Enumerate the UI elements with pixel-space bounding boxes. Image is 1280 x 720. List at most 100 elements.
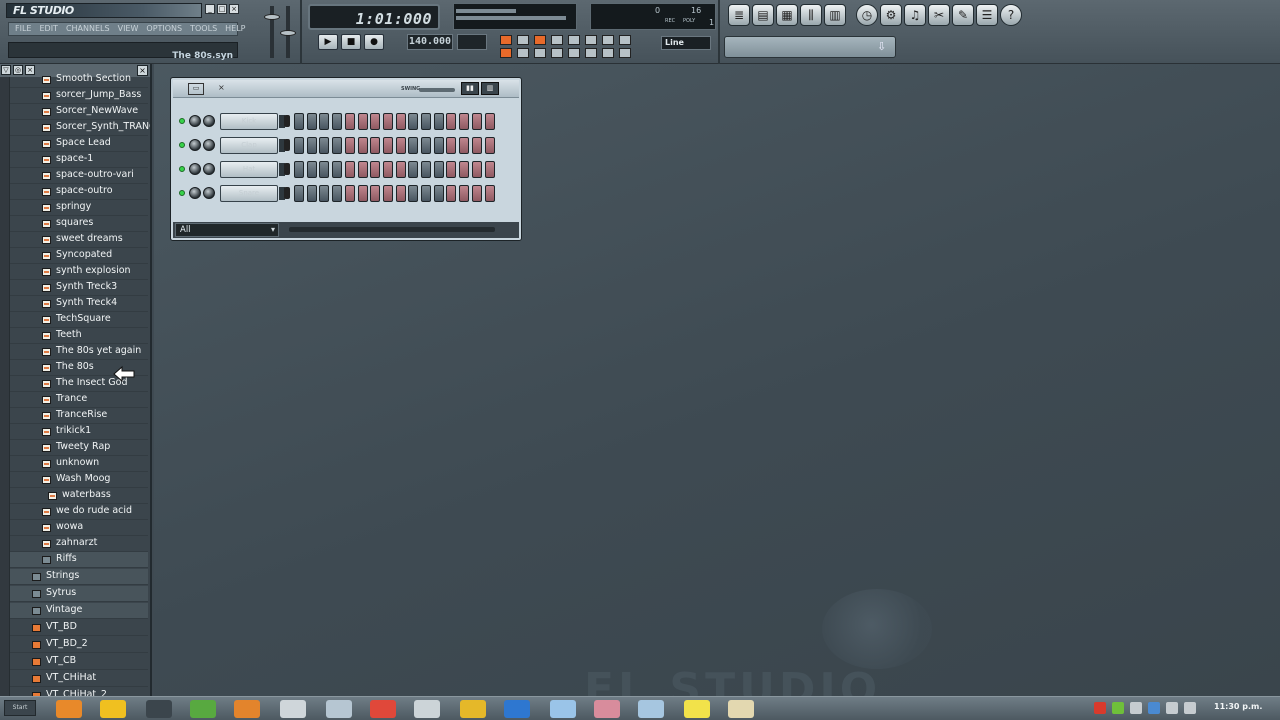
cut-icon[interactable]: ✂ [928, 4, 950, 26]
menu-edit[interactable]: EDIT [39, 23, 57, 35]
step-button[interactable] [484, 137, 495, 154]
menu-options[interactable]: OPTIONS [146, 23, 182, 35]
browser-item[interactable]: wowa [10, 520, 148, 536]
close-icon[interactable]: × [218, 84, 226, 92]
browser-folder[interactable]: Strings [10, 569, 148, 585]
step-button[interactable] [459, 113, 470, 130]
rec-option-11[interactable] [534, 48, 546, 58]
cpu-icon[interactable]: ◷ [856, 4, 878, 26]
step-button[interactable] [433, 161, 444, 178]
channel-filter-select[interactable]: All [175, 223, 279, 237]
browser-item[interactable]: VT_BD [10, 620, 148, 636]
graph-editor-icon[interactable]: ▮▮ [461, 82, 479, 95]
step-button[interactable] [408, 113, 419, 130]
browser-item[interactable]: springy [10, 200, 148, 216]
step-button[interactable] [382, 185, 393, 202]
piano-roll-icon[interactable]: ▤ [752, 4, 774, 26]
taskbar-app6-icon[interactable] [504, 700, 530, 718]
keyboard-editor-icon[interactable]: ▥ [481, 82, 499, 95]
browser-item[interactable]: Space Lead [10, 136, 148, 152]
browser-folder[interactable]: Sytrus [10, 586, 148, 602]
step-button[interactable] [357, 113, 368, 130]
step-button[interactable] [306, 161, 317, 178]
tray-volume-icon[interactable] [1184, 702, 1196, 714]
taskbar-app11-icon[interactable] [728, 700, 754, 718]
step-button[interactable] [421, 185, 431, 202]
rec-option-9[interactable] [500, 48, 512, 58]
rec-option-1[interactable] [500, 35, 512, 45]
step-scrollbar[interactable] [289, 227, 495, 232]
browser-item[interactable]: zahnarzt [10, 536, 148, 552]
tray-network-icon[interactable] [1130, 702, 1142, 714]
step-button[interactable] [294, 161, 304, 178]
channel-mute-led[interactable] [179, 166, 185, 172]
channel-select-slot[interactable] [284, 139, 290, 151]
step-button[interactable] [294, 185, 304, 202]
step-button[interactable] [382, 113, 393, 130]
minimize-button[interactable]: _ [205, 4, 215, 14]
browser-item[interactable]: The 80s yet again [10, 344, 148, 360]
browser-item[interactable]: Synth Treck3 [10, 280, 148, 296]
browser-item[interactable]: Sorcer_NewWave [10, 104, 148, 120]
channel-pan-knob[interactable] [189, 115, 201, 127]
output-icon[interactable]: ♫ [904, 4, 926, 26]
browser-item[interactable]: Sorcer_Synth_TRANCE [10, 120, 150, 136]
channel-select-slot[interactable] [284, 187, 290, 199]
playlist-icon[interactable]: ≣ [728, 4, 750, 26]
step-button[interactable] [370, 185, 381, 202]
step-button[interactable] [344, 185, 355, 202]
step-button[interactable] [319, 113, 330, 130]
step-button[interactable] [395, 185, 406, 202]
stop-button[interactable]: ■ [341, 34, 361, 50]
step-button[interactable] [484, 185, 495, 202]
step-button[interactable] [319, 185, 330, 202]
tray-flag-icon[interactable] [1166, 702, 1178, 714]
step-button[interactable] [382, 161, 393, 178]
rec-option-14[interactable] [585, 48, 597, 58]
rec-option-4[interactable] [551, 35, 563, 45]
browser-item[interactable]: VT_CHiHat [10, 671, 148, 687]
channel-mute-led[interactable] [179, 142, 185, 148]
pattern-selector[interactable] [457, 34, 487, 50]
channel-name-button[interactable]: Hat [220, 161, 285, 178]
channel-pan-knob[interactable] [189, 187, 201, 199]
master-pitch-slider[interactable] [280, 6, 296, 58]
rec-option-10[interactable] [517, 48, 529, 58]
browser-item[interactable]: Teeth [10, 328, 148, 344]
step-button[interactable] [421, 161, 431, 178]
options-icon[interactable]: ▭ [188, 83, 204, 95]
step-button[interactable] [344, 113, 355, 130]
browser-item[interactable]: Smooth Section [10, 72, 148, 88]
mixer-icon[interactable]: ⫼ [800, 4, 822, 26]
step-button[interactable] [446, 137, 457, 154]
taskbar-app-icon[interactable] [190, 700, 216, 718]
channel-select-slot[interactable] [284, 163, 290, 175]
channel-volume-knob[interactable] [203, 187, 215, 199]
master-volume-slider[interactable] [264, 6, 280, 58]
step-sequencer-titlebar[interactable]: ▭ × SWING ▮▮ ▥ [173, 80, 519, 98]
step-button[interactable] [471, 137, 482, 154]
browser-item[interactable]: Synth Treck4 [10, 296, 148, 312]
step-button[interactable] [408, 185, 419, 202]
browser-item[interactable]: Trance [10, 392, 148, 408]
rec-option-13[interactable] [568, 48, 580, 58]
tray-windows-icon[interactable] [1112, 702, 1124, 714]
help-icon[interactable]: ? [1000, 4, 1022, 26]
step-button[interactable] [319, 161, 330, 178]
browser-item[interactable]: sorcer_Jump_Bass [10, 88, 148, 104]
notes-icon[interactable]: ☰ [976, 4, 998, 26]
step-button[interactable] [370, 113, 381, 130]
step-button[interactable] [395, 137, 406, 154]
step-button[interactable] [306, 113, 317, 130]
step-button[interactable] [471, 185, 482, 202]
step-button[interactable] [433, 113, 444, 130]
taskbar-app3-icon[interactable] [280, 700, 306, 718]
browser-item[interactable]: VT_CB [10, 654, 148, 670]
taskbar-app10-icon[interactable] [684, 700, 710, 718]
step-button[interactable] [294, 137, 304, 154]
close-button[interactable]: × [229, 4, 239, 14]
taskbar-fl-icon[interactable] [146, 700, 172, 718]
swing-slider[interactable] [419, 88, 455, 92]
rec-option-6[interactable] [585, 35, 597, 45]
step-button[interactable] [459, 137, 470, 154]
